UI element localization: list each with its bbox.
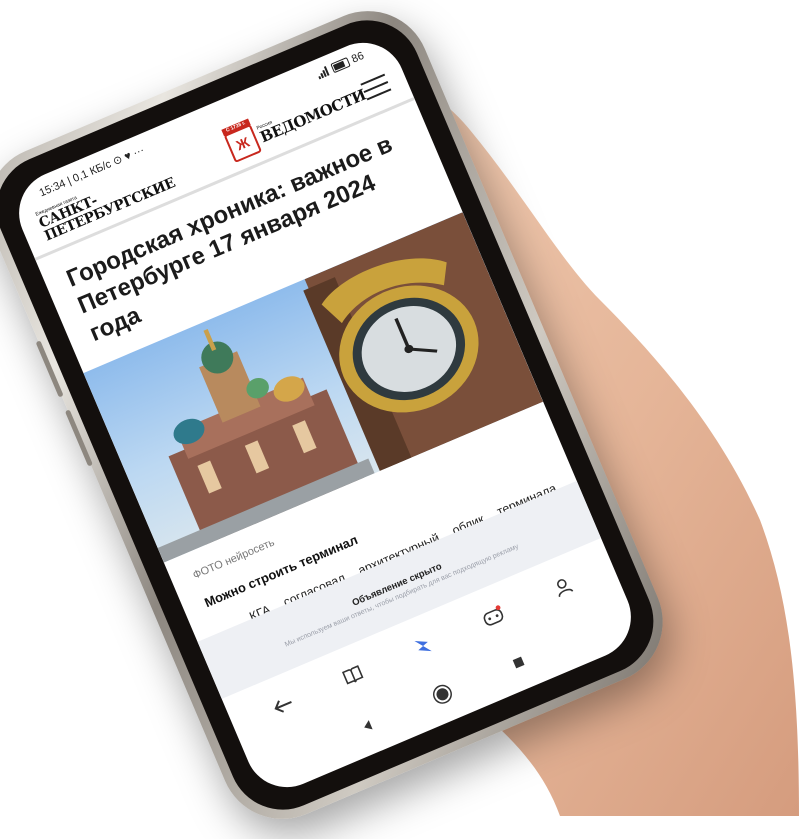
games-icon[interactable]: [476, 599, 510, 633]
assistant-icon[interactable]: [406, 629, 440, 663]
profile-icon[interactable]: [546, 570, 580, 604]
nav-recent-icon[interactable]: [512, 656, 525, 668]
nav-back-icon[interactable]: [362, 720, 373, 733]
signal-icon: [318, 66, 330, 80]
nav-home-icon[interactable]: [434, 686, 451, 703]
hamburger-menu-icon[interactable]: [360, 73, 392, 100]
battery-level: 86: [349, 49, 366, 66]
book-icon[interactable]: [336, 659, 370, 693]
back-arrow-icon[interactable]: [266, 688, 300, 722]
battery-icon: [330, 57, 351, 74]
logo-emblem-letter: Ж: [233, 133, 252, 153]
